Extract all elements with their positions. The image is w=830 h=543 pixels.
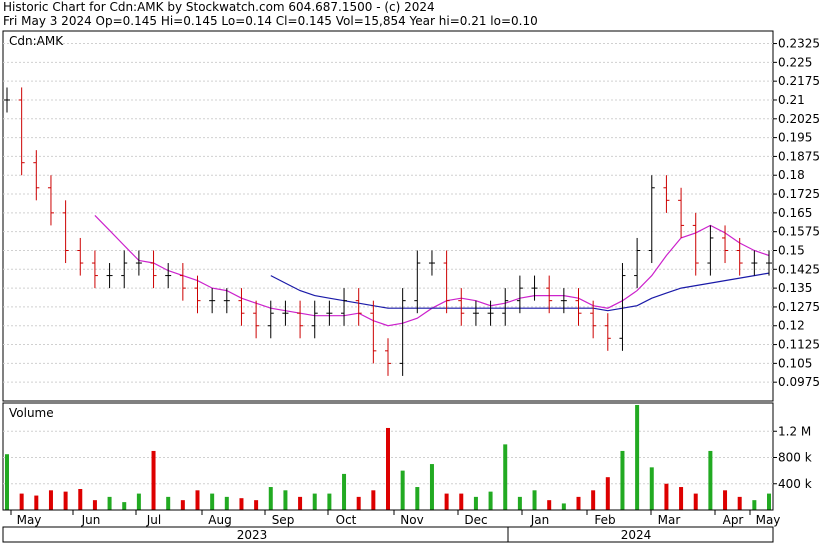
- price-tick-label: 0.12: [778, 319, 805, 333]
- volume-bar: [63, 491, 68, 510]
- volume-bar: [5, 454, 9, 510]
- volume-bar: [239, 498, 244, 510]
- month-label: Jan: [530, 513, 550, 527]
- volume-bar: [327, 493, 332, 510]
- x-axis-months: May Jun Jul Aug Sep Oct Nov Dec Jan Feb Mar Apr May: [10, 510, 781, 527]
- volume-bar: [224, 496, 229, 510]
- volume-y-axis: 1.2 M 800 k 400 k: [773, 424, 812, 491]
- volume-tick-label: 800 k: [778, 451, 812, 465]
- price-panel-label: Cdn:AMK: [9, 34, 64, 48]
- volume-bar: [283, 490, 288, 510]
- price-tick-label: 0.1875: [778, 149, 820, 163]
- volume-bar: [517, 496, 522, 510]
- stock-chart: 0.2325 0.225 0.2175 0.21 0.2025 0.195 0.1875 0.…: [2, 30, 820, 543]
- volume-bar: [342, 473, 347, 510]
- volume-bar: [312, 493, 317, 510]
- volume-bar: [19, 493, 24, 510]
- volume-bar: [254, 500, 259, 510]
- volume-bar: [356, 496, 361, 510]
- volume-bar: [195, 490, 200, 510]
- price-tick-label: 0.21: [778, 93, 805, 107]
- volume-bar: [386, 427, 390, 510]
- month-label: Sep: [272, 513, 295, 527]
- volume-bar: [767, 493, 771, 510]
- volume-tick-label: 1.2 M: [778, 424, 811, 438]
- month-label: May: [756, 513, 781, 527]
- volume-bar: [78, 489, 83, 510]
- price-tick-label: 0.2025: [778, 112, 820, 126]
- month-label: Apr: [723, 513, 744, 527]
- volume-bar: [151, 450, 156, 510]
- volume-bar: [371, 490, 376, 510]
- volume-bar: [503, 444, 508, 510]
- volume-bar: [708, 450, 713, 510]
- year-label-2023: 2023: [237, 528, 268, 542]
- volume-bar: [92, 500, 97, 510]
- month-label: Mar: [658, 513, 681, 527]
- volume-bar: [635, 405, 640, 510]
- volume-bar: [561, 503, 566, 510]
- month-label: Dec: [464, 513, 487, 527]
- volume-bar: [444, 493, 449, 510]
- volume-bar: [48, 490, 53, 510]
- month-label: Nov: [400, 513, 423, 527]
- volume-bar: [664, 483, 669, 510]
- volume-bar: [180, 500, 185, 510]
- price-tick-label: 0.1275: [778, 300, 820, 314]
- volume-bar: [752, 500, 757, 510]
- month-label: May: [17, 513, 42, 527]
- price-tick-label: 0.1725: [778, 187, 820, 201]
- month-label: Jul: [146, 513, 161, 527]
- volume-bar: [429, 464, 434, 510]
- volume-tick-label: 400 k: [778, 477, 812, 491]
- month-label: Jun: [81, 513, 101, 527]
- month-label: Aug: [208, 513, 231, 527]
- volume-bar: [693, 493, 698, 510]
- volume-bar: [737, 496, 742, 510]
- price-tick-label: 0.195: [778, 131, 812, 145]
- price-tick-label: 0.225: [778, 55, 812, 69]
- year-label-2024: 2024: [621, 528, 652, 542]
- volume-bar: [679, 487, 684, 510]
- month-label: Feb: [594, 513, 615, 527]
- volume-bar: [459, 493, 464, 510]
- price-tick-label: 0.18: [778, 168, 805, 182]
- month-label: Oct: [336, 513, 357, 527]
- volume-bar: [122, 502, 127, 510]
- price-tick-label: 0.2325: [778, 37, 820, 51]
- volume-bar: [488, 491, 493, 510]
- volume-bar: [34, 495, 39, 510]
- volume-panel-label: Volume: [9, 406, 54, 420]
- volume-bar: [649, 467, 654, 510]
- price-tick-label: 0.105: [778, 356, 812, 370]
- volume-bar: [532, 490, 537, 510]
- volume-bar: [576, 496, 581, 510]
- price-tick-label: 0.1425: [778, 262, 820, 276]
- volume-bar: [605, 477, 610, 510]
- price-tick-label: 0.1575: [778, 225, 820, 239]
- volume-bar: [473, 496, 478, 510]
- volume-bar: [268, 487, 273, 510]
- year-row: [2, 526, 774, 543]
- volume-bar: [136, 493, 141, 510]
- volume-bar: [723, 490, 728, 510]
- price-tick-label: 0.2175: [778, 74, 820, 88]
- price-tick-label: 0.0975: [778, 375, 820, 389]
- volume-bar: [591, 490, 596, 510]
- price-tick-label: 0.15: [778, 243, 805, 257]
- volume-bar: [210, 493, 215, 510]
- price-tick-label: 0.1125: [778, 338, 820, 352]
- price-tick-label: 0.135: [778, 281, 812, 295]
- volume-bar: [107, 496, 112, 510]
- volume-bar: [547, 500, 552, 510]
- price-y-axis: 0.2325 0.225 0.2175 0.21 0.2025 0.195 0.1875 0.…: [773, 37, 820, 389]
- volume-bar: [166, 496, 171, 510]
- volume-bar: [298, 496, 303, 510]
- volume-bar: [400, 470, 405, 510]
- volume-bar: [415, 487, 420, 510]
- volume-bar: [620, 450, 625, 510]
- price-tick-label: 0.165: [778, 206, 812, 220]
